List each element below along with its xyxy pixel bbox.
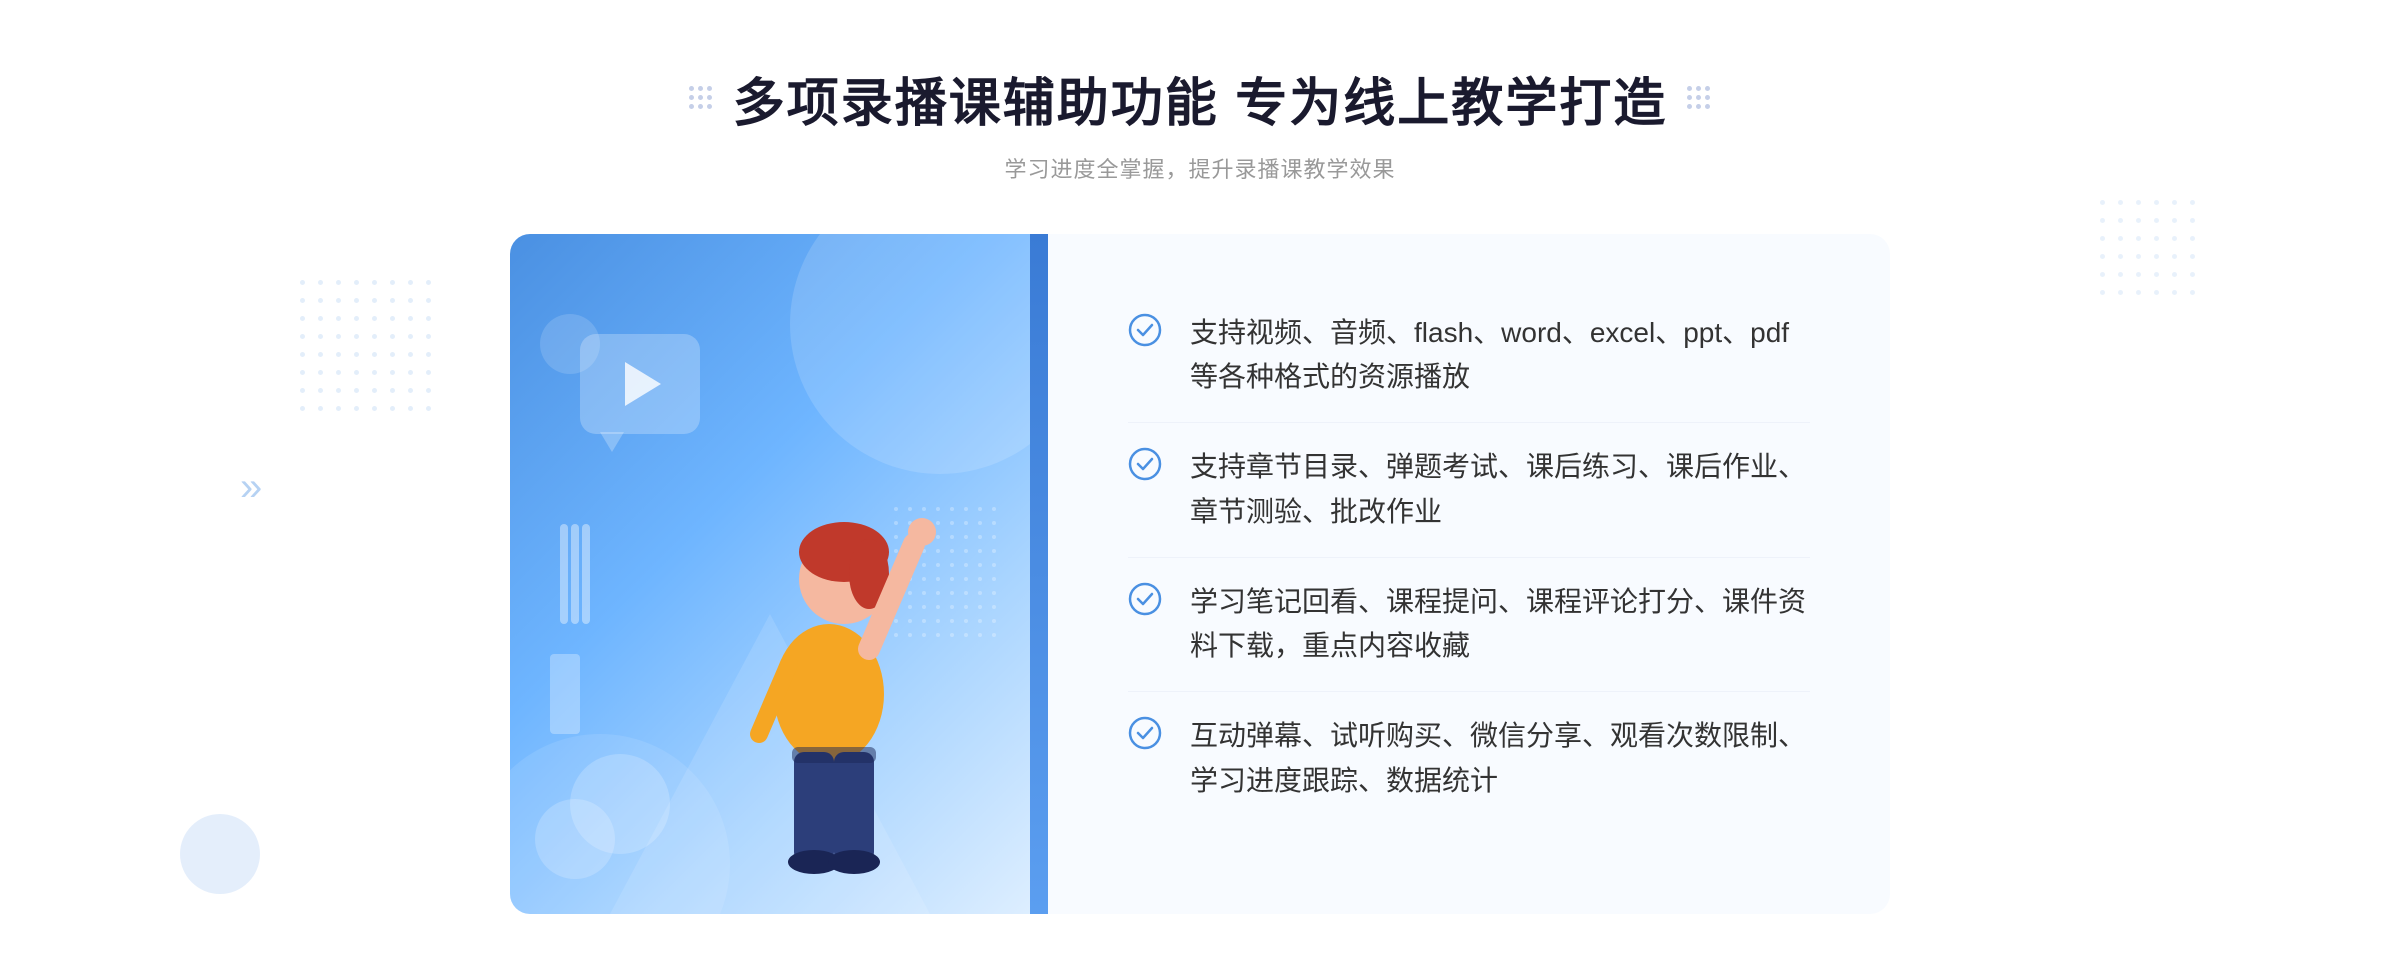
feature-text-1: 支持视频、音频、flash、word、excel、ppt、pdf等各种格式的资源… [1190, 311, 1810, 401]
title-decoration-left [689, 86, 713, 110]
stripe-decoration [560, 524, 590, 624]
title-decoration-right [1687, 86, 1711, 110]
feature-item-1: 支持视频、音频、flash、word、excel、ppt、pdf等各种格式的资源… [1128, 289, 1810, 424]
content-section: 支持视频、音频、flash、word、excel、ppt、pdf等各种格式的资源… [510, 234, 1890, 914]
deco-circle-bottom [180, 814, 260, 894]
bg-decoration-dots-left: (function() { const container = document… [300, 280, 436, 416]
circle-decoration-1 [570, 754, 670, 854]
bottom-circle-decoration [530, 794, 620, 884]
deco-chevrons-icon: » [240, 467, 262, 507]
check-circle-icon [1128, 582, 1162, 616]
check-circle-icon [1128, 716, 1162, 750]
circle-decoration-2 [540, 314, 600, 374]
dot-grid-left [689, 86, 713, 110]
feature-text-2: 支持章节目录、弹题考试、课后练习、课后作业、章节测验、批改作业 [1190, 445, 1810, 535]
check-circle-icon [1128, 447, 1162, 481]
feature-text-3: 学习笔记回看、课程提问、课程评论打分、课件资料下载，重点内容收藏 [1190, 580, 1810, 670]
bg-decoration-dots-right: (function() { const container = document… [2100, 200, 2200, 300]
subtitle: 学习进度全掌握，提升录播课教学效果 [1004, 152, 1395, 184]
feature-item-3: 学习笔记回看、课程提问、课程评论打分、课件资料下载，重点内容收藏 [1128, 558, 1810, 693]
feature-item-2: 支持章节目录、弹题考试、课后练习、课后作业、章节测验、批改作业 [1128, 423, 1810, 558]
header-section: 多项录播课辅助功能 专为线上教学打造 学习进度全掌握，提升录播课教学效果 [0, 61, 2400, 184]
dot-grid-right [1687, 86, 1711, 110]
main-title: 多项录播课辅助功能 专为线上教学打造 [733, 61, 1667, 136]
connector-bar [1030, 234, 1048, 914]
right-panel: 支持视频、音频、flash、word、excel、ppt、pdf等各种格式的资源… [1048, 234, 1890, 914]
page-container: (function() { const container = document… [0, 61, 2400, 914]
feature-item-4: 互动弹幕、试听购买、微信分享、观看次数限制、学习进度跟踪、数据统计 [1128, 692, 1810, 826]
title-row: 多项录播课辅助功能 专为线上教学打造 [689, 61, 1711, 136]
play-icon [625, 362, 661, 406]
features-list: 支持视频、音频、flash、word、excel、ppt、pdf等各种格式的资源… [1128, 289, 1810, 826]
blue-rect-decoration [550, 654, 580, 734]
left-illustration [510, 234, 1030, 914]
check-circle-icon [1128, 313, 1162, 347]
person-illustration [674, 434, 994, 914]
feature-text-4: 互动弹幕、试听购买、微信分享、观看次数限制、学习进度跟踪、数据统计 [1190, 714, 1810, 804]
